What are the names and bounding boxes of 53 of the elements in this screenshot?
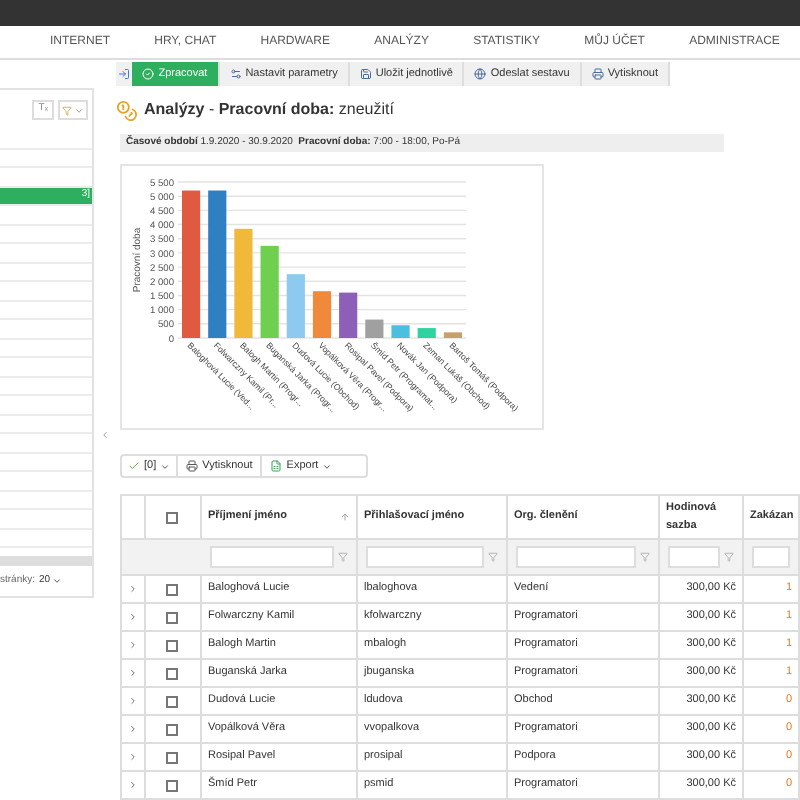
filter-icon (338, 552, 348, 562)
filter-field[interactable] (752, 546, 790, 568)
row-checkbox[interactable] (166, 639, 179, 651)
chevron-down-icon (160, 461, 171, 471)
save-icon (359, 68, 372, 80)
page-title: Analýzy - Pracovní doba: zneužití (144, 98, 394, 122)
bar (286, 274, 305, 338)
row-checkbox[interactable] (166, 611, 179, 623)
bar (365, 319, 384, 338)
expand-icon[interactable] (127, 780, 138, 790)
bar (417, 328, 436, 338)
settings-icon (229, 68, 242, 80)
filter-icon (724, 552, 734, 562)
row-checkbox[interactable] (166, 695, 179, 707)
bar (391, 325, 410, 338)
coins-icon (116, 99, 138, 121)
chevron-down-icon (322, 461, 333, 471)
chevron-down-icon (52, 575, 63, 586)
expand-icon[interactable] (127, 584, 138, 594)
filter-field[interactable] (210, 546, 334, 568)
spreadsheet-icon (270, 460, 283, 472)
filter-field[interactable] (668, 546, 720, 568)
bar (260, 245, 279, 338)
expand-icon[interactable] (127, 640, 138, 650)
row-checkbox[interactable] (166, 751, 179, 763)
scrollbar[interactable] (0, 555, 92, 565)
expand-icon[interactable] (127, 612, 138, 622)
login-icon (118, 68, 131, 80)
filter-icon (640, 552, 650, 562)
print-icon (591, 68, 604, 80)
bar (312, 291, 332, 338)
check-icon (128, 460, 140, 472)
filter-icon (488, 552, 498, 562)
row-checkbox[interactable] (166, 667, 179, 679)
bar (443, 332, 462, 338)
filter-field[interactable] (516, 546, 636, 568)
expand-icon[interactable] (127, 696, 138, 706)
expand-icon[interactable] (127, 724, 138, 734)
row-checkbox[interactable] (166, 723, 179, 735)
sort-icon (340, 512, 350, 522)
collapse-icon[interactable] (100, 430, 110, 440)
print-icon (186, 460, 199, 472)
expand-icon[interactable] (127, 752, 138, 762)
chevron-down-icon (74, 105, 84, 115)
filter-icon (62, 105, 72, 115)
bar (339, 292, 358, 338)
select-all-checkbox[interactable] (166, 511, 179, 523)
row-checkbox[interactable] (166, 779, 179, 791)
expand-icon[interactable] (127, 668, 138, 678)
bar (234, 228, 253, 338)
filter-field[interactable] (366, 546, 484, 568)
filter-dropdown[interactable] (58, 100, 88, 120)
row-checkbox[interactable] (166, 583, 179, 595)
